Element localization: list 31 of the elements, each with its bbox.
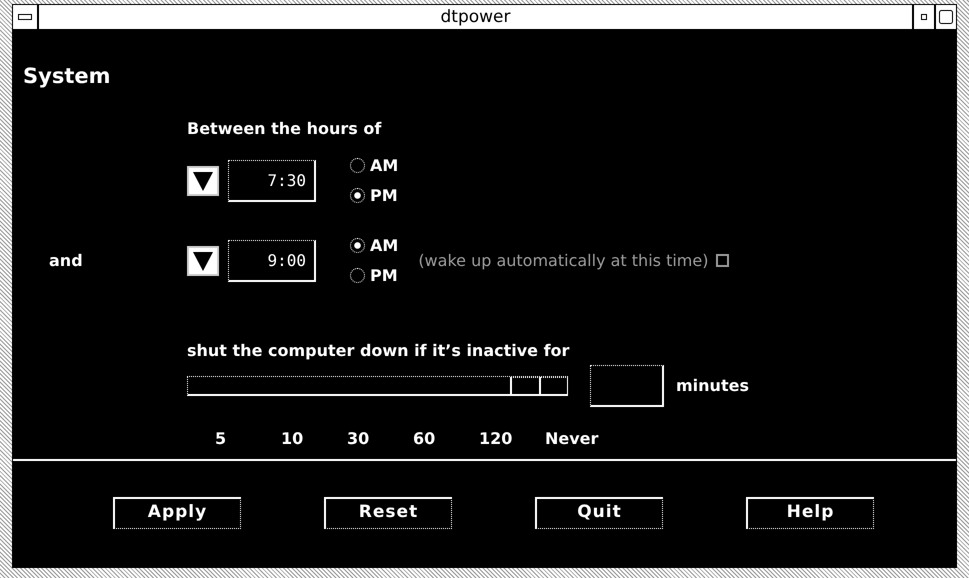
tick-label: 60 <box>413 428 436 448</box>
maximize-button[interactable] <box>934 5 956 29</box>
wake-label: (wake up automatically at this time) <box>418 250 708 272</box>
tick-label: Never <box>545 428 598 448</box>
slider-thumb[interactable] <box>510 376 568 394</box>
label: shut the computer down if it’s inactive for <box>187 340 570 360</box>
bar-icon <box>18 14 32 20</box>
dropdown-button[interactable] <box>187 166 219 196</box>
tick-label: 120 <box>479 428 512 448</box>
section-heading: System <box>22 63 112 90</box>
tick-label: 30 <box>347 428 370 448</box>
radio-option[interactable]: AM <box>350 154 398 178</box>
time-field[interactable]: 7:30 <box>228 160 316 202</box>
push-button[interactable]: Quit <box>535 496 663 528</box>
dropdown-button[interactable] <box>187 246 219 276</box>
maximize-icon <box>939 10 953 24</box>
time-field[interactable]: 9:00 <box>228 240 316 282</box>
minimize-icon <box>921 14 927 20</box>
tick-label: 10 <box>281 428 304 448</box>
push-button[interactable]: Apply <box>113 496 241 528</box>
minutes-field[interactable] <box>590 364 664 406</box>
tick-label: 5 <box>215 428 226 448</box>
label: and <box>49 250 83 270</box>
label: Between the hours of <box>187 118 382 138</box>
radio-option[interactable]: PM <box>350 264 398 288</box>
push-button[interactable]: Help <box>746 496 874 528</box>
radio-option[interactable]: AM <box>350 234 398 258</box>
unit-label: minutes <box>676 374 749 396</box>
window-title: dtpower <box>439 6 512 29</box>
push-button[interactable]: Reset <box>324 496 452 528</box>
radio-option[interactable]: PM <box>350 184 398 208</box>
